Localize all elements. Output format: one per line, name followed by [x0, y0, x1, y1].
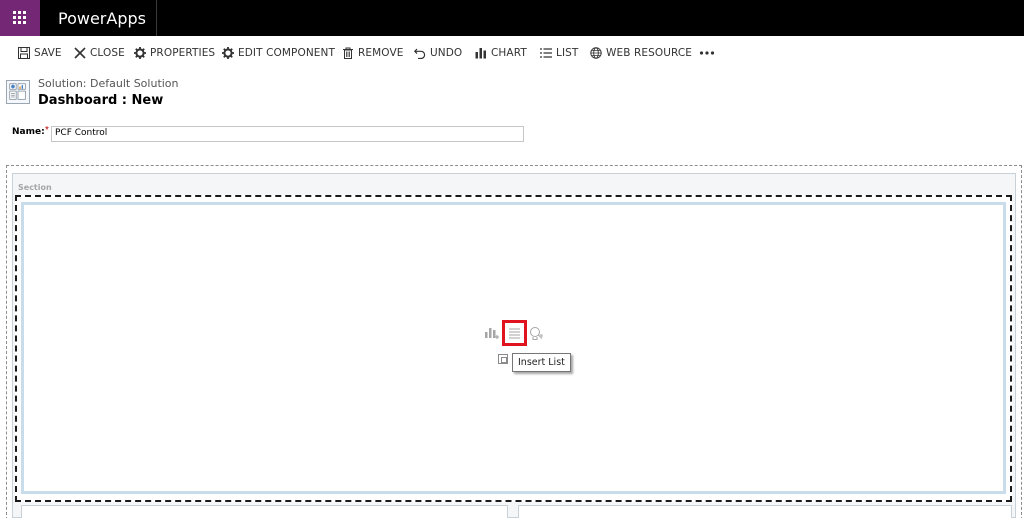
close-icon: [74, 47, 86, 59]
close-button[interactable]: CLOSE: [74, 46, 125, 60]
cursor-handle-icon: [498, 354, 508, 364]
undo-button[interactable]: UNDO: [414, 46, 462, 60]
gear-icon: [222, 47, 234, 59]
empty-component-placeholder[interactable]: [21, 202, 1006, 494]
app-title[interactable]: PowerApps: [58, 9, 146, 28]
undo-icon: [414, 48, 426, 59]
more-icon: [699, 51, 715, 55]
insert-list-highlight: [502, 320, 527, 346]
dashboard-form-icon: [6, 80, 30, 104]
globe-icon: [590, 47, 602, 59]
properties-label: PROPERTIES: [150, 47, 216, 59]
trash-icon: [343, 47, 353, 59]
more-commands-button[interactable]: [699, 46, 719, 60]
list-button[interactable]: LIST: [540, 46, 578, 60]
web-resource-label: WEB RESOURCE: [606, 47, 693, 59]
insert-web-resource-icon[interactable]: [529, 326, 543, 346]
save-button[interactable]: SAVE: [18, 46, 62, 60]
page-title: Dashboard : New: [38, 93, 164, 108]
edit-component-button[interactable]: EDIT COMPONENT: [222, 46, 335, 60]
app-launcher-waffle-icon[interactable]: [0, 0, 40, 36]
close-label: CLOSE: [90, 47, 125, 59]
chart-icon: [475, 48, 486, 59]
list-icon: [540, 48, 552, 58]
save-label: SAVE: [34, 47, 62, 59]
edit-component-label: EDIT COMPONENT: [238, 47, 335, 59]
name-field[interactable]: PCF Control: [51, 126, 524, 142]
list-label: LIST: [556, 47, 579, 59]
chart-label: CHART: [491, 47, 527, 59]
insert-list-tooltip: Insert List: [512, 353, 571, 372]
command-bar: SAVE CLOSE PROPERTIES EDIT COMPONENT REM…: [0, 36, 1024, 70]
web-resource-button[interactable]: WEB RESOURCE: [590, 46, 692, 60]
section-label: Section: [18, 183, 52, 192]
remove-label: REMOVE: [358, 47, 404, 59]
save-icon: [18, 47, 30, 59]
properties-button[interactable]: PROPERTIES: [134, 46, 215, 60]
top-nav-bar: PowerApps: [0, 0, 1024, 36]
undo-label: UNDO: [430, 47, 463, 59]
component-cell-bottom-right[interactable]: [518, 505, 1012, 518]
component-cell-bottom-left[interactable]: [21, 505, 508, 518]
insert-chart-icon[interactable]: [484, 326, 499, 345]
topbar-divider: [156, 0, 157, 36]
name-field-label: Name:: [12, 127, 45, 137]
remove-button[interactable]: REMOVE: [342, 46, 404, 60]
gear-icon: [134, 47, 146, 59]
chart-button[interactable]: CHART: [475, 46, 527, 60]
required-indicator: *: [45, 125, 49, 136]
solution-label: Solution: Default Solution: [38, 77, 179, 90]
